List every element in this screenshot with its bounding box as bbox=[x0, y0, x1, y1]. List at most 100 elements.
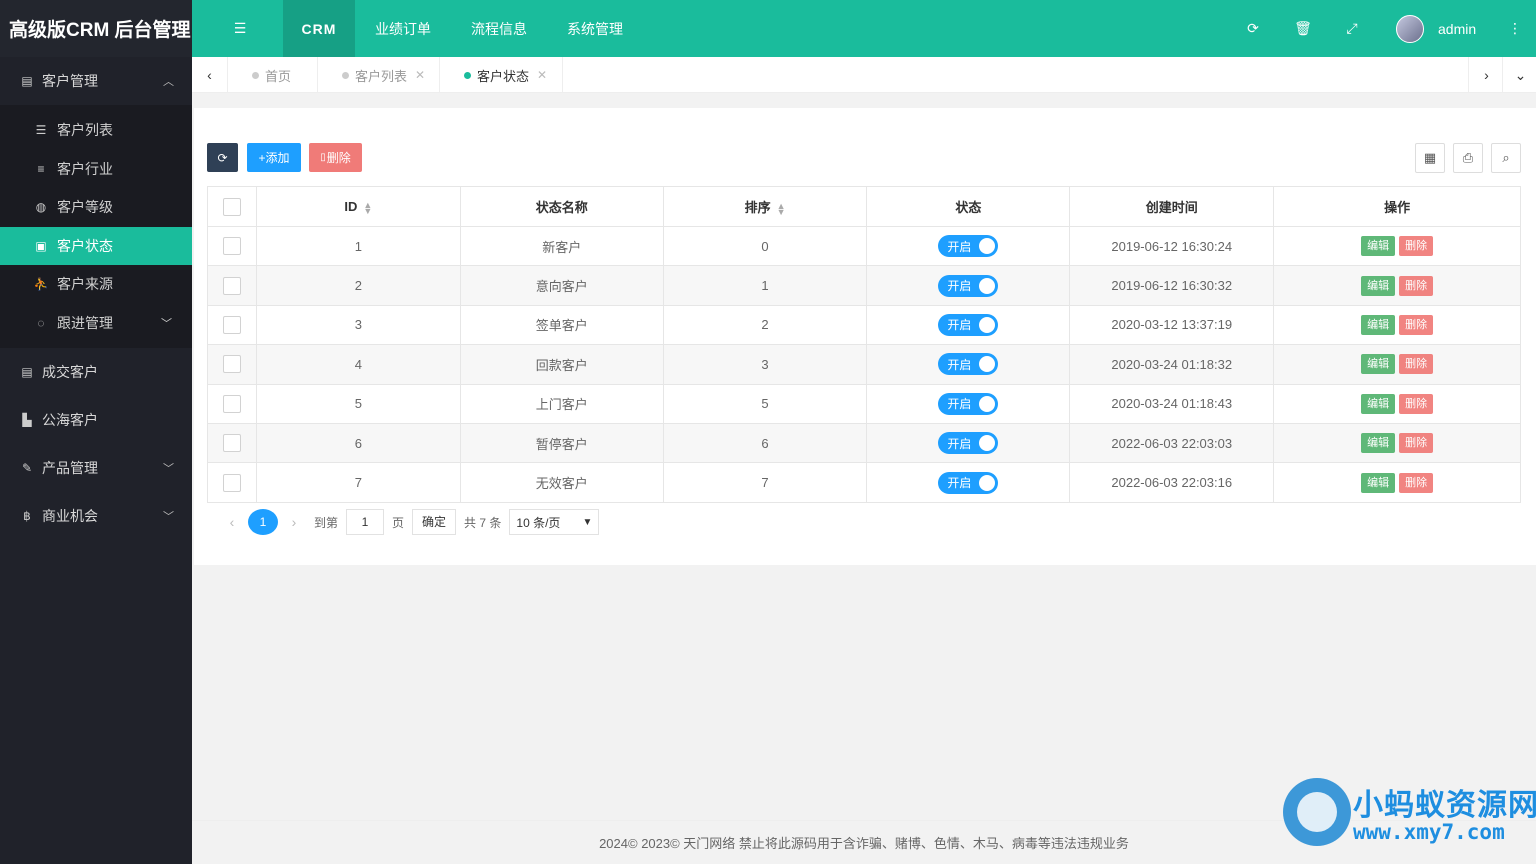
status-toggle[interactable]: 开启 bbox=[938, 235, 999, 258]
page-input[interactable]: 1 bbox=[346, 509, 385, 535]
delete-button[interactable]: 删除 bbox=[1399, 472, 1434, 493]
tabs-prev-icon[interactable]: ‹ bbox=[192, 57, 228, 93]
refresh-button[interactable]: ⟳ bbox=[207, 143, 238, 172]
sidebar-group-public-pool[interactable]: ▙ 公海客户 bbox=[0, 396, 192, 444]
row-select-cell[interactable] bbox=[207, 383, 257, 424]
nav-system-management[interactable]: 系统管理 bbox=[556, 0, 634, 57]
cell-status: 开启 bbox=[866, 422, 1071, 464]
select-all-cell[interactable] bbox=[207, 186, 257, 227]
delete-button[interactable]: 删除 bbox=[1399, 236, 1434, 257]
row-select-cell[interactable] bbox=[207, 344, 257, 385]
bar-chart-icon: ▙ bbox=[22, 413, 32, 427]
add-button[interactable]: +添加 bbox=[247, 143, 301, 172]
sidebar-item-customer-level[interactable]: ◍ 客户等级 bbox=[0, 188, 192, 227]
edit-button[interactable]: 编辑 bbox=[1361, 236, 1396, 257]
fullscreen-icon[interactable]: ⤢ bbox=[1337, 0, 1367, 57]
edit-button[interactable]: 编辑 bbox=[1361, 354, 1396, 375]
table-row[interactable]: 4 回款客户 3 开启 2020-03-24 01:18:32 编辑 删除 bbox=[207, 344, 1521, 385]
cell-actions: 编辑 删除 bbox=[1273, 422, 1521, 464]
sidebar-group-product-management[interactable]: ✎ 产品管理 ﹀ bbox=[0, 444, 192, 492]
close-icon[interactable]: ✕ bbox=[537, 68, 547, 82]
row-checkbox[interactable] bbox=[222, 473, 241, 492]
status-toggle[interactable]: 开启 bbox=[938, 353, 999, 376]
delete-button[interactable]: 删除 bbox=[1399, 393, 1434, 414]
row-checkbox[interactable] bbox=[222, 394, 241, 413]
cell-id: 5 bbox=[255, 383, 461, 424]
sort-icon[interactable]: ▲ ▼ bbox=[777, 201, 786, 216]
delete-button[interactable]: 删除 bbox=[1399, 354, 1434, 375]
table-row[interactable]: 2 意向客户 1 开启 2019-06-12 16:30:32 编辑 删除 bbox=[207, 265, 1521, 306]
sort-icon[interactable]: ▲ ▼ bbox=[363, 200, 372, 215]
page-size-select[interactable]: 10 条/页 ▼ bbox=[509, 509, 600, 535]
row-select-cell[interactable] bbox=[207, 422, 257, 464]
edit-button[interactable]: 编辑 bbox=[1361, 275, 1396, 296]
menu-toggle-icon[interactable]: ☰ bbox=[220, 0, 260, 57]
row-checkbox[interactable] bbox=[222, 237, 241, 256]
table-row[interactable]: 3 签单客户 2 开启 2020-03-12 13:37:19 编辑 删除 bbox=[207, 304, 1521, 346]
delete-button[interactable]: 删除 bbox=[1399, 275, 1434, 296]
delete-button[interactable]: 删除 bbox=[1399, 314, 1434, 335]
nav-crm[interactable]: CRM bbox=[283, 0, 355, 57]
row-select-cell[interactable] bbox=[207, 225, 257, 267]
sidebar-item-customer-status[interactable]: ▣ 客户状态 bbox=[0, 226, 192, 265]
nav-performance-orders[interactable]: 业绩订单 bbox=[364, 0, 442, 57]
cell-created: 2019-06-12 16:30:24 bbox=[1069, 225, 1275, 267]
close-icon[interactable]: ✕ bbox=[415, 68, 425, 82]
edit-button[interactable]: 编辑 bbox=[1361, 393, 1396, 414]
bitcoin-icon: ฿ bbox=[23, 509, 31, 523]
chevron-down-icon: ﹀ bbox=[161, 317, 172, 330]
table-row[interactable]: 7 无效客户 7 开启 2022-06-03 22:03:16 编辑 删除 bbox=[207, 462, 1521, 503]
sidebar-item-followup-management[interactable]: ◌ 跟进管理 ﹀ bbox=[0, 304, 192, 343]
cell-status-name: 上门客户 bbox=[459, 383, 664, 424]
prev-page-icon[interactable]: ‹ bbox=[220, 514, 244, 530]
print-icon[interactable]: ⎙ bbox=[1453, 143, 1483, 173]
sidebar-item-label: 客户来源 bbox=[57, 276, 113, 293]
table-row[interactable]: 6 暂停客户 6 开启 2022-06-03 22:03:03 编辑 删除 bbox=[207, 422, 1521, 464]
columns-icon[interactable]: ▦ bbox=[1415, 143, 1445, 173]
sidebar-item-customer-source[interactable]: ⛹ 客户来源 bbox=[0, 265, 192, 304]
cell-status-name: 签单客户 bbox=[459, 304, 664, 346]
sidebar-item-customer-list[interactable]: ☰ 客户列表 bbox=[0, 111, 192, 150]
select-all-checkbox[interactable] bbox=[222, 197, 241, 216]
sidebar-group-closed-customers[interactable]: ▤ 成交客户 bbox=[0, 348, 192, 396]
row-checkbox[interactable] bbox=[222, 276, 241, 295]
current-page[interactable]: 1 bbox=[248, 509, 278, 535]
next-page-icon[interactable]: › bbox=[282, 514, 306, 530]
list-icon: ☰ bbox=[35, 123, 47, 138]
nav-process-info[interactable]: 流程信息 bbox=[460, 0, 538, 57]
edit-button[interactable]: 编辑 bbox=[1361, 433, 1396, 454]
tab-customer-list[interactable]: 客户列表 ✕ bbox=[318, 57, 440, 93]
status-toggle[interactable]: 开启 bbox=[938, 471, 999, 494]
confirm-button[interactable]: 确定 bbox=[412, 509, 457, 535]
more-icon[interactable]: ⋮ bbox=[1502, 0, 1528, 57]
tabs-dropdown-icon[interactable]: ⌄ bbox=[1502, 57, 1536, 93]
user-menu[interactable]: admin bbox=[1396, 0, 1496, 57]
refresh-icon[interactable]: ⟳ bbox=[1238, 0, 1268, 57]
edit-button[interactable]: 编辑 bbox=[1361, 472, 1396, 493]
row-select-cell[interactable] bbox=[207, 265, 257, 306]
delete-button[interactable]: 删除 bbox=[1399, 433, 1434, 454]
col-sort[interactable]: 排序 ▲ ▼ bbox=[662, 186, 868, 227]
row-select-cell[interactable] bbox=[207, 462, 257, 503]
row-select-cell[interactable] bbox=[207, 304, 257, 346]
bulk-delete-button[interactable]: ▯ 删除 bbox=[309, 143, 362, 172]
row-checkbox[interactable] bbox=[222, 355, 241, 374]
tabs-next-icon[interactable]: › bbox=[1468, 57, 1504, 93]
row-checkbox[interactable] bbox=[222, 434, 241, 453]
sidebar-item-customer-industry[interactable]: ≡ 客户行业 bbox=[0, 150, 192, 189]
table-row[interactable]: 1 新客户 0 开启 2019-06-12 16:30:24 编辑 删除 bbox=[207, 225, 1521, 267]
sidebar-group-customer-management[interactable]: ▤ 客户管理 ︿ bbox=[0, 57, 192, 105]
col-id[interactable]: ID ▲ ▼ bbox=[255, 186, 461, 227]
status-toggle[interactable]: 开启 bbox=[938, 392, 999, 415]
trash-icon[interactable]: 🗑 bbox=[1288, 0, 1318, 57]
edit-button[interactable]: 编辑 bbox=[1361, 314, 1396, 335]
row-checkbox[interactable] bbox=[222, 315, 241, 334]
status-toggle[interactable]: 开启 bbox=[938, 313, 999, 336]
table-row[interactable]: 5 上门客户 5 开启 2020-03-24 01:18:43 编辑 删除 bbox=[207, 383, 1521, 424]
status-toggle[interactable]: 开启 bbox=[938, 432, 999, 455]
status-toggle[interactable]: 开启 bbox=[938, 274, 999, 297]
tab-home[interactable]: 首页 bbox=[228, 57, 318, 93]
tab-customer-status[interactable]: 客户状态 ✕ bbox=[440, 57, 563, 93]
sidebar-group-business-opportunity[interactable]: ฿ 商业机会 ﹀ bbox=[0, 492, 192, 540]
search-icon[interactable]: ⌕ bbox=[1491, 143, 1521, 173]
